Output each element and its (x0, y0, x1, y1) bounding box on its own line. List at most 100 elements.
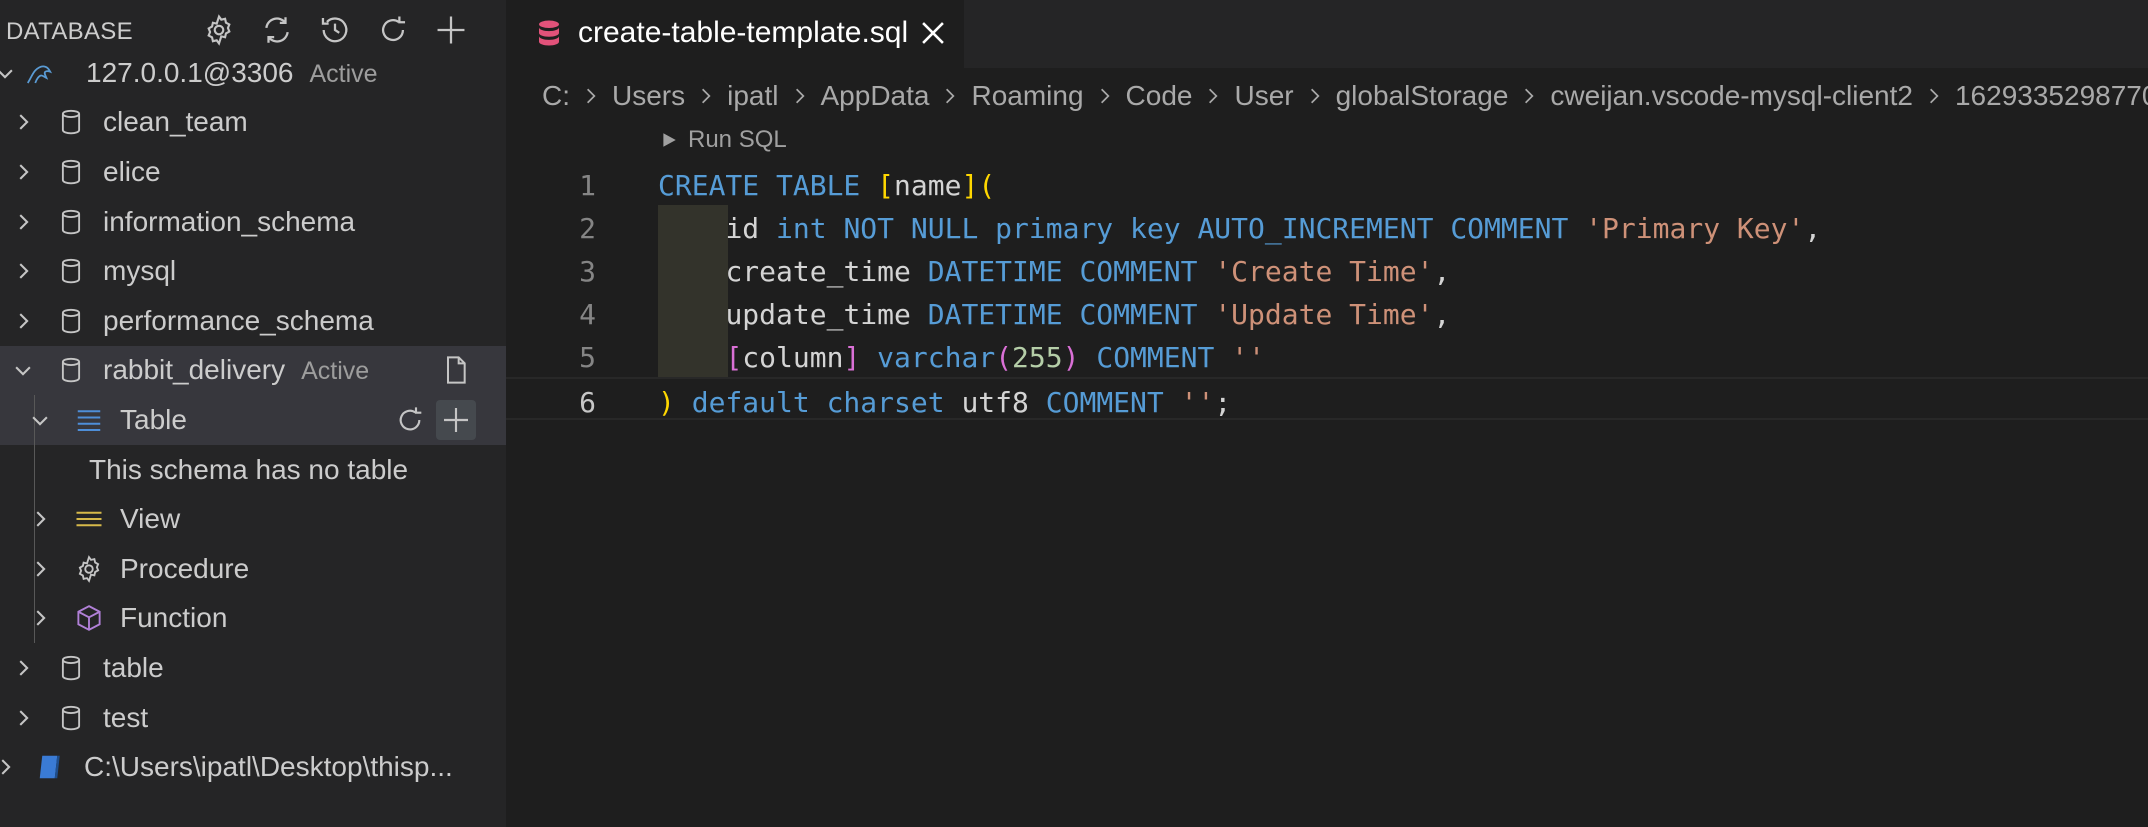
code-line: 4 update_time DATETIME COMMENT 'Update T… (506, 291, 2148, 334)
editor-area: create-table-template.sql C: Users ipatl Ap… (506, 0, 2148, 827)
tree-item-sql-file[interactable]: C:\Users\ipatl\Desktop\thisp... (0, 742, 506, 792)
new-query-button[interactable] (436, 350, 476, 390)
chevron-down-icon[interactable] (27, 407, 53, 433)
new-file-icon (447, 356, 466, 385)
code-token: ) (1062, 341, 1080, 374)
tree-item-database[interactable]: table (0, 643, 506, 693)
line-number: 1 (579, 169, 596, 202)
sidebar-title: DATABASE (6, 18, 133, 45)
sidebar-actions (200, 11, 470, 49)
code-token: COMMENT (1096, 341, 1215, 374)
chevron-right-icon (1096, 87, 1114, 105)
tree-item-database[interactable]: information_schema (0, 197, 506, 247)
code-token: 'Create Time' (1214, 255, 1434, 288)
breadcrumb-item[interactable]: C: (542, 80, 570, 112)
breadcrumb-item[interactable]: Code (1126, 80, 1193, 112)
code-token: utf8 (961, 386, 1029, 419)
chevron-right-icon[interactable] (10, 705, 36, 731)
line-number: 6 (579, 386, 596, 419)
code-line: 3 create_time DATETIME COMMENT 'Create T… (506, 248, 2148, 291)
tree-item-table-group[interactable]: Table (0, 395, 506, 445)
connection-label: 127.0.0.1@3306 (86, 56, 294, 88)
chevron-right-icon[interactable] (10, 109, 36, 135)
history-button[interactable] (316, 11, 354, 49)
run-sql-codelens[interactable]: Run SQL (660, 126, 787, 154)
database-icon (54, 304, 88, 338)
code-token: 'Primary Key' (1585, 212, 1805, 245)
tree-item-function-group[interactable]: Function (0, 593, 506, 644)
code-token: name (894, 169, 962, 202)
chevron-right-icon[interactable] (10, 159, 36, 185)
code-token: ; (1214, 386, 1232, 419)
breadcrumb-item[interactable]: User (1234, 80, 1293, 112)
code-editor[interactable]: 1 CREATE TABLE [name]( 2 id int NOT NULL… (506, 162, 2148, 420)
code-line: 1 CREATE TABLE [name]( (506, 162, 2148, 205)
group-label: Function (120, 602, 228, 634)
code-token: ( (978, 169, 996, 202)
breadcrumb-item[interactable]: cweijan.vscode-mysql-client2 (1550, 80, 1913, 112)
history-icon (321, 17, 348, 43)
chevron-right-icon[interactable] (10, 655, 36, 681)
cube-icon (72, 601, 106, 635)
add-connection-button[interactable] (432, 11, 470, 49)
breadcrumb-item[interactable]: globalStorage (1336, 80, 1509, 112)
code-token: ) (658, 386, 675, 419)
code-token: '' (1180, 386, 1215, 419)
chevron-right-icon[interactable] (10, 308, 36, 334)
settings-button[interactable] (200, 11, 238, 49)
code-line: 2 id int NOT NULL primary key AUTO_INCRE… (506, 205, 2148, 248)
chevron-right-icon (1925, 87, 1943, 105)
database-icon (54, 205, 88, 239)
line-number: 2 (579, 212, 596, 245)
indent-guide (34, 444, 35, 495)
breadcrumb-item[interactable]: Roaming (971, 80, 1083, 112)
refresh-icon (382, 16, 406, 42)
database-icon (54, 353, 88, 387)
database-label: table (103, 651, 164, 683)
tree-item-view-group[interactable]: View (0, 494, 506, 544)
code-token: COMMENT (1045, 386, 1164, 419)
refresh-button[interactable] (374, 11, 412, 49)
chevron-right-icon[interactable] (27, 605, 53, 631)
breadcrumb-item[interactable]: AppData (821, 80, 930, 112)
tree-item-database[interactable]: mysql (0, 246, 506, 296)
tree-item-database[interactable]: clean_team (0, 98, 506, 148)
breadcrumb-item[interactable]: 1629335298770@ (1955, 80, 2148, 112)
chevron-right-icon[interactable] (10, 258, 36, 284)
chevron-down-icon[interactable] (0, 60, 18, 86)
tree-item-procedure-group[interactable]: Procedure (0, 543, 506, 594)
chevron-down-icon[interactable] (10, 357, 36, 383)
code-token: ( (995, 341, 1013, 374)
tree-item-database[interactable]: test (0, 693, 506, 743)
refresh-tables-button[interactable] (390, 400, 430, 440)
sync-button[interactable] (258, 11, 296, 49)
sync-icon (265, 17, 289, 43)
line-number: 5 (579, 341, 596, 374)
chevron-right-icon[interactable] (0, 754, 18, 780)
database-sidebar: DATABASE 127.0.0.1@3306 Active clean_tea… (0, 0, 506, 827)
code-token: default charset (691, 386, 945, 419)
breadcrumb-item[interactable]: ipatl (727, 80, 778, 112)
code-token: create_time (725, 255, 911, 288)
chevron-right-icon (791, 87, 809, 105)
add-icon (437, 16, 465, 44)
sql-file-label: C:\Users\ipatl\Desktop\thisp... (84, 751, 453, 783)
add-table-button[interactable] (436, 399, 476, 440)
chevron-right-icon[interactable] (10, 209, 36, 235)
code-line: 5 [column] varchar(255) COMMENT '' (506, 334, 2148, 377)
breadcrumb-item[interactable]: Users (612, 80, 685, 112)
tree-item-active-database[interactable]: rabbit_delivery Active (0, 345, 506, 396)
refresh-icon (399, 407, 422, 431)
close-icon[interactable] (916, 16, 950, 50)
database-icon (54, 701, 88, 735)
chevron-right-icon[interactable] (27, 556, 53, 582)
tab-create-table-template[interactable]: create-table-template.sql (506, 0, 964, 68)
code-token: ] (843, 341, 861, 374)
database-label: clean_team (103, 106, 248, 138)
tree-item-database[interactable]: elice (0, 147, 506, 197)
database-tree: 127.0.0.1@3306 Active clean_team elice in… (0, 48, 506, 792)
tree-item-connection[interactable]: 127.0.0.1@3306 Active (0, 48, 506, 98)
tree-item-database[interactable]: performance_schema (0, 296, 506, 346)
chevron-right-icon[interactable] (27, 506, 53, 532)
tree-item-empty-message: This schema has no table (0, 444, 506, 495)
